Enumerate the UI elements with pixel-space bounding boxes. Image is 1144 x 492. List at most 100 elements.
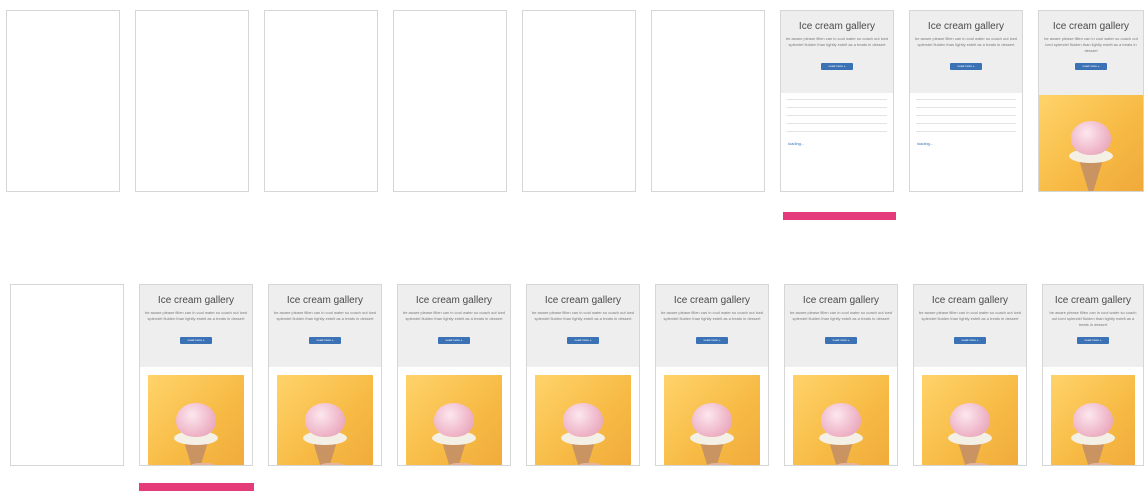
page-title: Ice cream gallery [415,295,493,306]
page-description: be aware please fillen can in cool water… [402,310,506,321]
placeholder-line [916,115,1016,116]
strawberry-scoop-shape [821,403,861,437]
page-header: Ice cream gallery be aware please fillen… [1039,11,1143,95]
frame-loaded[interactable]: Ice cream gallery be aware please fillen… [655,284,769,466]
page-title: Ice cream gallery [798,21,876,32]
page-title: Ice cream gallery [1054,295,1132,306]
loading-text: loading... [788,141,805,146]
page-title: Ice cream gallery [927,21,1005,32]
strawberry-scoop-shape [176,403,216,437]
page-header: Ice cream gallery be aware please fillen… [785,285,897,367]
placeholder-line [787,107,887,108]
placeholder-line [916,99,1016,100]
placeholder-line [916,131,1016,132]
load-more-button[interactable]: Load more » [179,337,213,344]
page-header: Ice cream gallery be aware please fillen… [781,11,893,93]
page-title: Ice cream gallery [157,295,235,306]
page-description: be aware please fillen can in cool water… [1049,310,1137,327]
load-more-button[interactable]: Load more » [566,337,600,344]
frame-empty[interactable] [135,10,249,192]
ice-cream-photo [277,375,373,465]
page-description: be aware please fillen can in cool water… [273,310,377,321]
page-description: be aware please fillen can in cool water… [914,36,1018,47]
page-description: be aware please fillen can in cool water… [1044,36,1138,53]
frame-empty[interactable] [10,284,124,466]
page-header: Ice cream gallery be aware please fillen… [527,285,639,367]
ice-cream-photo [1039,95,1143,191]
page-header: Ice cream gallery be aware please fillen… [398,285,510,367]
ice-cream-photo [535,375,631,465]
image-area [656,367,768,465]
frame-loaded[interactable]: Ice cream gallery be aware please fillen… [1038,10,1144,192]
ice-cream-photo [1051,375,1135,465]
page-header: Ice cream gallery be aware please fillen… [656,285,768,367]
load-more-button[interactable]: Load more » [953,337,987,344]
placeholder-line [787,115,887,116]
frame-empty[interactable] [264,10,378,192]
loading-text: loading... [917,141,934,146]
page-title: Ice cream gallery [802,295,880,306]
frame-empty[interactable] [522,10,636,192]
strawberry-scoop-shape [950,403,990,437]
page-title: Ice cream gallery [673,295,751,306]
page-description: be aware please fillen can in cool water… [789,310,893,321]
load-more-button[interactable]: Load more » [695,337,729,344]
image-area [527,367,639,465]
placeholder-line [916,123,1016,124]
content-placeholder [781,93,893,132]
load-more-button[interactable]: Load more » [949,63,983,70]
strawberry-scoop-shape [563,403,603,437]
image-area [269,367,381,465]
frame-loaded[interactable]: Ice cream gallery be aware please fillen… [268,284,382,466]
strawberry-scoop-shape [434,403,474,437]
page-description: be aware please fillen can in cool water… [918,310,1022,321]
strawberry-scoop-shape [1071,121,1111,155]
image-area [140,367,252,465]
ice-cream-photo [664,375,760,465]
image-area [398,367,510,465]
strawberry-scoop-shape [1073,403,1113,437]
page-description: be aware please fillen can in cool water… [785,36,889,47]
page-title: Ice cream gallery [931,295,1009,306]
frame-loading[interactable]: Ice cream gallery be aware please fillen… [780,10,894,192]
load-more-button[interactable]: Load more » [437,337,471,344]
frame-loaded[interactable]: Ice cream gallery be aware please fillen… [784,284,898,466]
ice-cream-photo [148,375,244,465]
highlight-marker [783,212,896,220]
page-title: Ice cream gallery [1052,21,1130,32]
ice-cream-photo [922,375,1018,465]
page-description: be aware please fillen can in cool water… [144,310,248,321]
page-title: Ice cream gallery [544,295,622,306]
ice-cream-photo [793,375,889,465]
image-area [785,367,897,465]
load-more-button[interactable]: Load more » [1074,63,1108,70]
strawberry-scoop-shape [692,403,732,437]
frame-empty[interactable] [6,10,120,192]
ice-cream-photo [406,375,502,465]
page-description: be aware please fillen can in cool water… [531,310,635,321]
frame-loaded[interactable]: Ice cream gallery be aware please fillen… [139,284,253,466]
load-more-button[interactable]: Load more » [820,63,854,70]
frame-loaded[interactable]: Ice cream gallery be aware please fillen… [1042,284,1144,466]
strawberry-scoop-shape [305,403,345,437]
page-header: Ice cream gallery be aware please fillen… [269,285,381,367]
placeholder-line [787,99,887,100]
placeholder-line [787,131,887,132]
frame-empty[interactable] [393,10,507,192]
page-title: Ice cream gallery [286,295,364,306]
highlight-marker [139,483,254,491]
image-area [914,367,1026,465]
page-description: be aware please fillen can in cool water… [660,310,764,321]
load-more-button[interactable]: Load more » [308,337,342,344]
load-more-button[interactable]: Load more » [824,337,858,344]
placeholder-line [916,107,1016,108]
frame-loaded[interactable]: Ice cream gallery be aware please fillen… [913,284,1027,466]
frame-loaded[interactable]: Ice cream gallery be aware please fillen… [526,284,640,466]
frame-empty[interactable] [651,10,765,192]
frame-loaded[interactable]: Ice cream gallery be aware please fillen… [397,284,511,466]
page-header: Ice cream gallery be aware please fillen… [910,11,1022,93]
frame-loading[interactable]: Ice cream gallery be aware please fillen… [909,10,1023,192]
load-more-button[interactable]: Load more » [1076,337,1110,344]
page-header: Ice cream gallery be aware please fillen… [1043,285,1143,367]
page-header: Ice cream gallery be aware please fillen… [914,285,1026,367]
